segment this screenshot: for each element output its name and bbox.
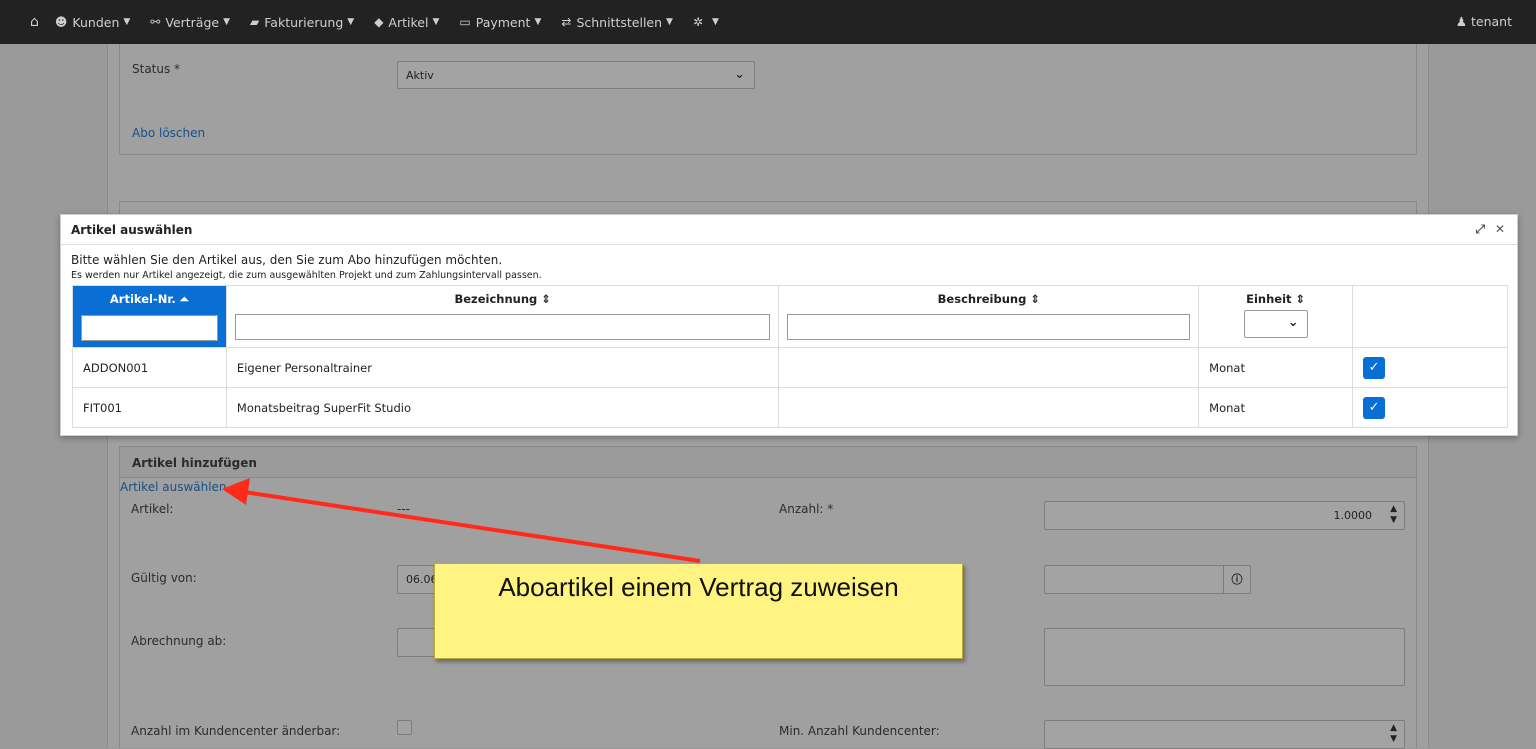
annotation-callout: Aboartikel einem Vertrag zuweisen bbox=[434, 563, 963, 659]
arrow-head bbox=[222, 478, 250, 505]
annotation-text: Aboartikel einem Vertrag zuweisen bbox=[498, 572, 899, 602]
arrow-line bbox=[243, 490, 701, 563]
